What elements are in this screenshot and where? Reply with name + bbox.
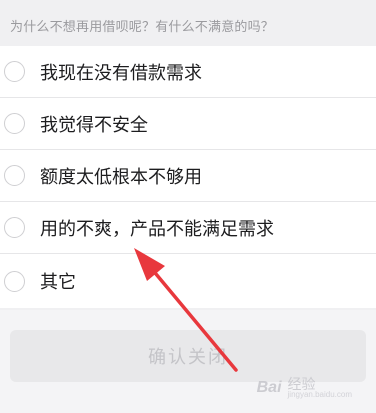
- option-label: 其它: [40, 272, 76, 293]
- option-other[interactable]: 其它: [0, 254, 376, 308]
- option-label: 我觉得不安全: [40, 114, 148, 136]
- radio-circle-icon[interactable]: [4, 113, 25, 134]
- radio-circle-icon[interactable]: [4, 270, 25, 292]
- option-no-need[interactable]: 我现在没有借款需求: [0, 46, 376, 98]
- confirm-close-button[interactable]: 确认关闭: [10, 330, 366, 382]
- watermark-name: 经验: [287, 376, 316, 392]
- feedback-page: 为什么不想再用借呗呢？有什么不满意的吗？ 我现在没有借款需求 我觉得不安全 额度…: [0, 0, 376, 413]
- option-label: 用的不爽，产品不能满足需求: [40, 218, 274, 240]
- option-not-safe[interactable]: 我觉得不安全: [0, 98, 376, 150]
- option-label: 额度太低根本不够用: [40, 166, 202, 188]
- watermark-url: jingyan.baidu.com: [287, 390, 352, 399]
- option-label: 我现在没有借款需求: [40, 62, 202, 84]
- radio-circle-icon[interactable]: [4, 165, 25, 186]
- option-limit-too-low[interactable]: 额度太低根本不够用: [0, 150, 376, 202]
- radio-circle-icon[interactable]: [4, 217, 25, 238]
- watermark: Bai 经验 jingyan.baidu.com: [257, 377, 352, 399]
- options-list: 我现在没有借款需求 我觉得不安全 额度太低根本不够用 用的不爽，产品不能满足需求…: [0, 46, 376, 308]
- option-not-satisfied[interactable]: 用的不爽，产品不能满足需求: [0, 202, 376, 254]
- radio-circle-icon[interactable]: [4, 61, 25, 82]
- question-text: 为什么不想再用借呗呢？有什么不满意的吗？: [10, 20, 275, 35]
- watermark-brand: Bai: [256, 379, 282, 396]
